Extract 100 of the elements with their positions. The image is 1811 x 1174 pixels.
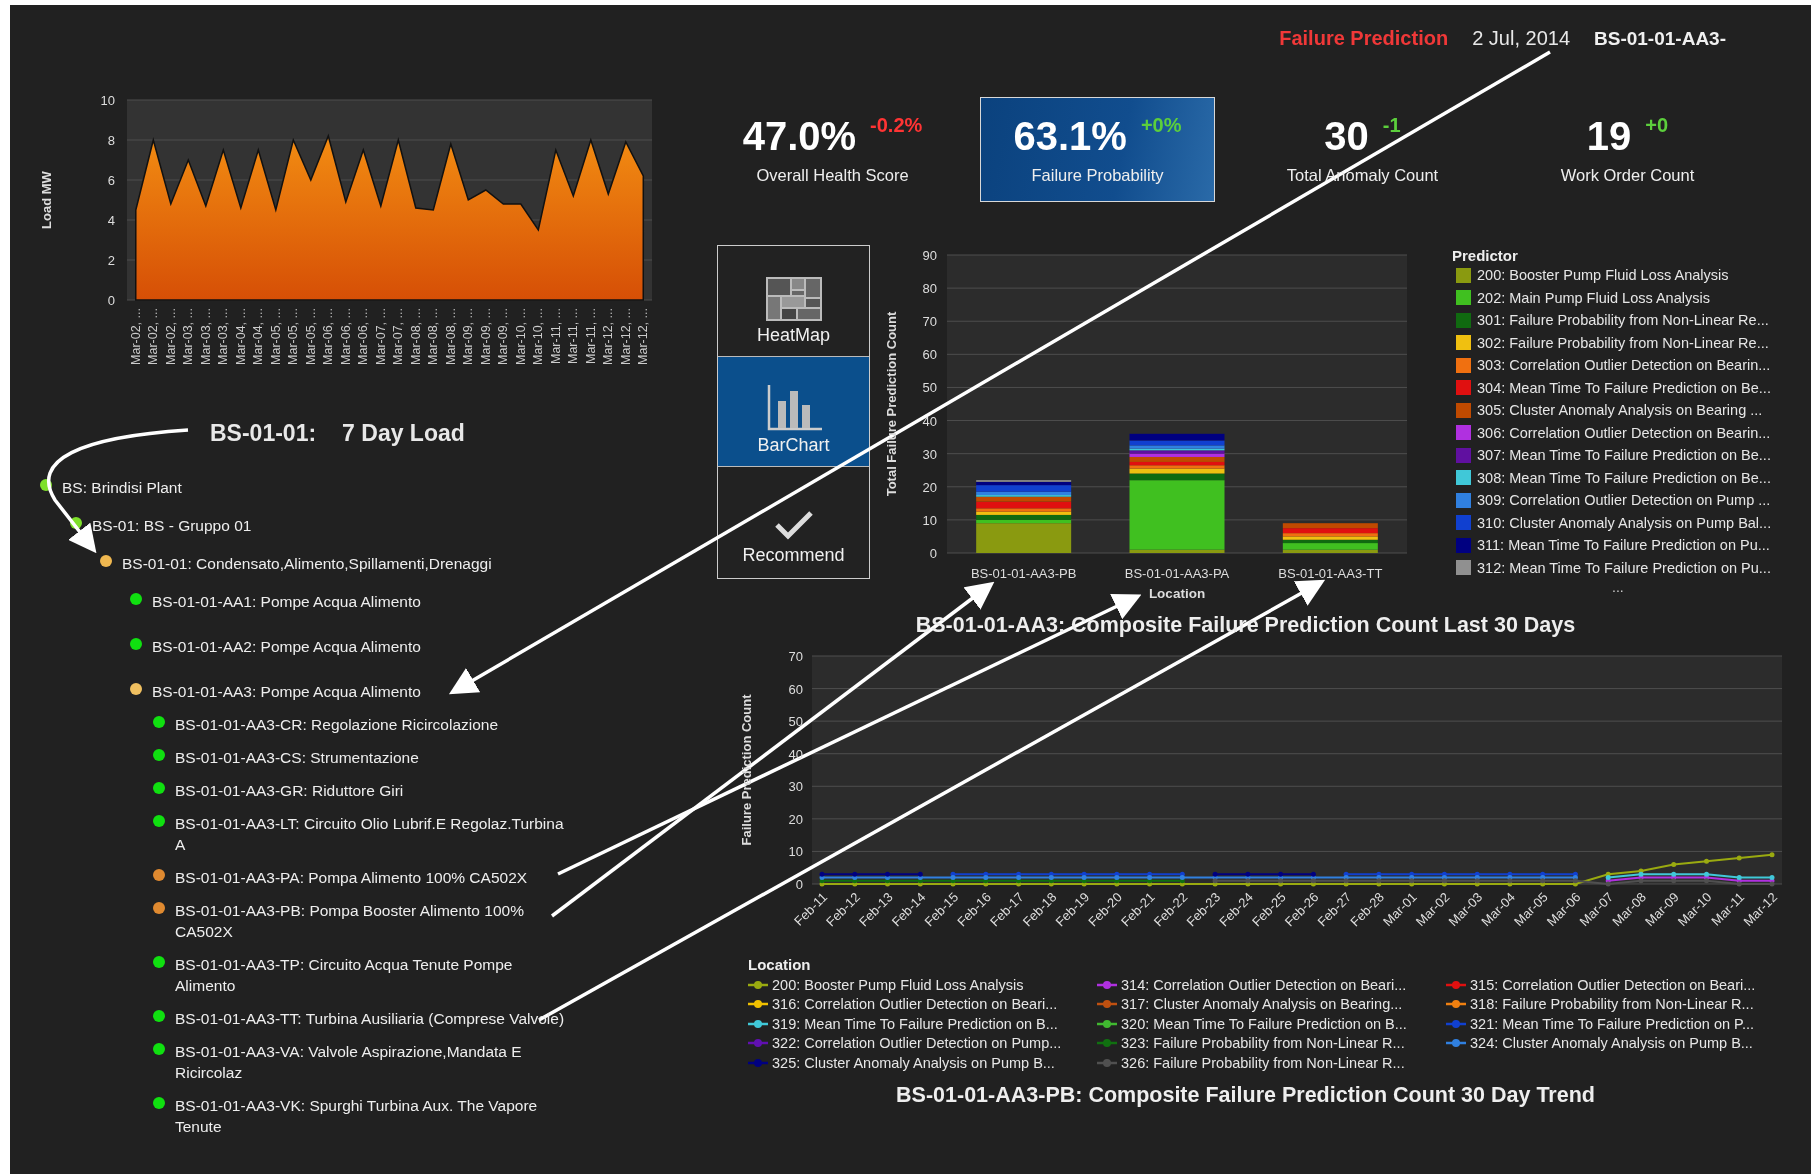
axis-tick-label: Mar-09, ... (496, 308, 511, 365)
axis-tick-label: Mar-03, ... (181, 308, 196, 365)
legend-label: 304: Mean Time To Failure Prediction on Be... (1477, 379, 1771, 396)
axis-tick-label: Mar-06, ... (356, 308, 371, 365)
axis-tick-label: 0 (795, 877, 803, 892)
axis-tick-label: Mar-12, ... (636, 308, 651, 365)
tree-item[interactable]: BS-01-01: Condensato,Alimento,Spillamenti,Drenaggi (122, 553, 492, 574)
axis-tick-label: Mar-12, ... (618, 308, 633, 365)
axis-tick-label: 50 (922, 380, 937, 396)
tree-item[interactable]: BS-01-01-AA3-VK: Spurghi Turbina Aux. The Vapore Tenute (175, 1095, 571, 1137)
axis-tick-label: Mar-11, ... (548, 308, 563, 365)
legend-label: 305: Cluster Anomaly Analysis on Bearing ... (1477, 402, 1763, 419)
kpi-label: Failure Probability (1031, 166, 1164, 185)
axis-tick-label: 8 (107, 133, 115, 148)
axis-tick-label: 2 (107, 253, 115, 268)
axis-tick-label: Mar-08, ... (443, 308, 458, 365)
axis-tick-label: Mar-10, ... (531, 308, 546, 365)
kpi-tile[interactable]: 63.1% +0% Failure Probability (980, 97, 1215, 202)
axis-tick-label: 6 (107, 173, 115, 188)
axis-tick-label: Mar-12, ... (601, 308, 616, 365)
tree-item[interactable]: BS-01-01-AA3-LT: Circuito Olio Lubrif.E Regolaz.Turbina A (175, 813, 571, 855)
axis-tick-label: Mar-02, ... (163, 308, 178, 365)
legend-more: ... (1612, 579, 1625, 595)
legend-title: Location (748, 956, 812, 973)
kpi-tile[interactable]: 47.0% -0.2% Overall Health Score (715, 97, 950, 202)
kpi-value: 47.0% (742, 114, 857, 158)
legend-label: 301: Failure Probability from Non-Linear Re... (1477, 312, 1769, 329)
tree-item[interactable]: BS-01-01-AA3: Pompe Acqua Alimento (152, 681, 421, 702)
axis-tick-label: 60 (788, 681, 803, 697)
axis-tick-label: Mar-04, ... (233, 308, 248, 365)
tree-item[interactable]: BS-01-01-AA3-CR: Regolazione Ricircolazione (175, 714, 499, 735)
legend-label: 325: Cluster Anomaly Analysis on Pump B... (772, 1054, 1055, 1071)
axis-tick-label: Mar-03, ... (198, 308, 213, 365)
axis-tick-label: Mar-03, ... (216, 308, 231, 365)
tree-item[interactable]: BS-01: BS - Gruppo 01 (92, 515, 252, 536)
module-title: Failure Prediction (1279, 27, 1449, 50)
bar-chart-icon (765, 385, 822, 431)
legend-label: 314: Correlation Outlier Detection on Beari... (1121, 976, 1407, 993)
tree-item[interactable]: BS-01-01-AA3-CS: Strumentazione (175, 747, 419, 768)
axis-tick-label: Mar-07, ... (391, 308, 406, 365)
tree-item[interactable]: BS-01-01-AA3-GR: Riduttore Giri (175, 780, 404, 801)
tree-item[interactable]: BS-01-01-AA3-TP: Circuito Acqua Tenute Pompe Alimento (175, 954, 571, 996)
legend-label: 306: Correlation Outlier Detection on Bearin... (1477, 424, 1771, 441)
axis-tick-label: 70 (922, 314, 937, 330)
tree-item[interactable]: BS-01-01-AA3-VA: Valvole Aspirazione,Mandata E Ricircolaz (175, 1041, 571, 1083)
tree-item[interactable]: BS-01-01-AA3-PB: Pompa Booster Alimento 100% CA502X (175, 900, 571, 942)
axis-tick-label: 40 (922, 413, 937, 429)
asset-label: BS-01-01-AA3- (1594, 28, 1726, 50)
legend-label: 307: Mean Time To Failure Prediction on Be... (1477, 447, 1771, 464)
tree-item[interactable]: BS-01-01-AA3-TT: Turbina Ausiliaria (Comprese Valvole) (175, 1008, 565, 1029)
legend-label: 323: Failure Probability from Non-Linear R... (1121, 1035, 1405, 1052)
axis-tick-label: Mar-05, ... (286, 308, 301, 365)
tree-item[interactable]: BS: Brindisi Plant (62, 477, 182, 498)
axis-tick-label: BS-01-01-AA3-TT (1278, 566, 1383, 581)
axis-tick-label: 0 (929, 546, 937, 561)
legend-label: 200: Booster Pump Fluid Loss Analysis (1477, 267, 1729, 284)
legend-label: 319: Mean Time To Failure Prediction on B... (772, 1015, 1058, 1032)
axis-tick-label: Mar-07, ... (373, 308, 388, 365)
heatmap-icon (765, 277, 822, 321)
legend-label: 309: Correlation Outlier Detection on Pump ... (1477, 492, 1771, 509)
kpi-delta: +0 (1645, 114, 1669, 137)
legend-label: 310: Cluster Anomaly Analysis on Pump Bal... (1477, 514, 1772, 531)
checkmark-icon (773, 509, 814, 541)
axis-tick-label: Mar-09, ... (461, 308, 476, 365)
legend-label: 318: Failure Probability from Non-Linear R... (1470, 996, 1754, 1013)
axis-tick-label: Mar-08, ... (408, 308, 423, 365)
kpi-delta: -0.2% (870, 114, 923, 137)
axis-tick-label: Mar-05, ... (303, 308, 318, 365)
axis-tick-label: 30 (788, 779, 803, 795)
axis-tick-label: 0 (107, 293, 115, 308)
axis-tick-label: Mar-05, ... (268, 308, 283, 365)
axis-tick-label: 20 (788, 811, 803, 827)
view-tab[interactable]: BarChart (718, 356, 869, 466)
chart-title: BS-01-01: (210, 420, 317, 447)
kpi-tile[interactable]: 19 +0 Work Order Count (1510, 97, 1745, 202)
kpi-delta: -1 (1382, 114, 1401, 137)
axis-tick-label: 90 (922, 248, 937, 263)
axis-tick-label: Mar-09, ... (478, 308, 493, 365)
legend-label: 311: Mean Time To Failure Prediction on Pu... (1477, 537, 1770, 554)
tree-item[interactable]: BS-01-01-AA2: Pompe Acqua Alimento (152, 636, 421, 657)
axis-tick-label: Mar-08, ... (426, 308, 441, 365)
legend-label: 316: Correlation Outlier Detection on Beari... (772, 996, 1058, 1013)
legend-label: 326: Failure Probability from Non-Linear R... (1121, 1054, 1405, 1071)
kpi-label: Work Order Count (1560, 166, 1695, 185)
legend-label: 308: Mean Time To Failure Prediction on Be... (1477, 469, 1771, 486)
axis-tick-label: 10 (922, 512, 937, 528)
axis-tick-label: Mar-06, ... (321, 308, 336, 365)
axis-tick-label: Mar-04, ... (251, 308, 266, 365)
axis-tick-label: 40 (788, 746, 803, 762)
tree-item[interactable]: BS-01-01-AA3-PA: Pompa Alimento 100% CA502X (175, 867, 528, 888)
legend-label: 324: Cluster Anomaly Analysis on Pump B... (1470, 1035, 1753, 1052)
axis-tick-label: 80 (922, 281, 937, 297)
axis-tick-label: Mar-06, ... (338, 308, 353, 365)
axis-tick-label: 50 (788, 714, 803, 730)
legend-label: 315: Correlation Outlier Detection on Beari... (1470, 976, 1756, 993)
axis-label: Load MW (39, 171, 54, 229)
legend-label: 302: Failure Probability from Non-Linear Re... (1477, 334, 1769, 351)
legend-label: 200: Booster Pump Fluid Loss Analysis (772, 976, 1024, 993)
tree-item[interactable]: BS-01-01-AA1: Pompe Acqua Alimento (152, 591, 421, 612)
axis-tick-label: Mar-02, ... (128, 308, 143, 365)
